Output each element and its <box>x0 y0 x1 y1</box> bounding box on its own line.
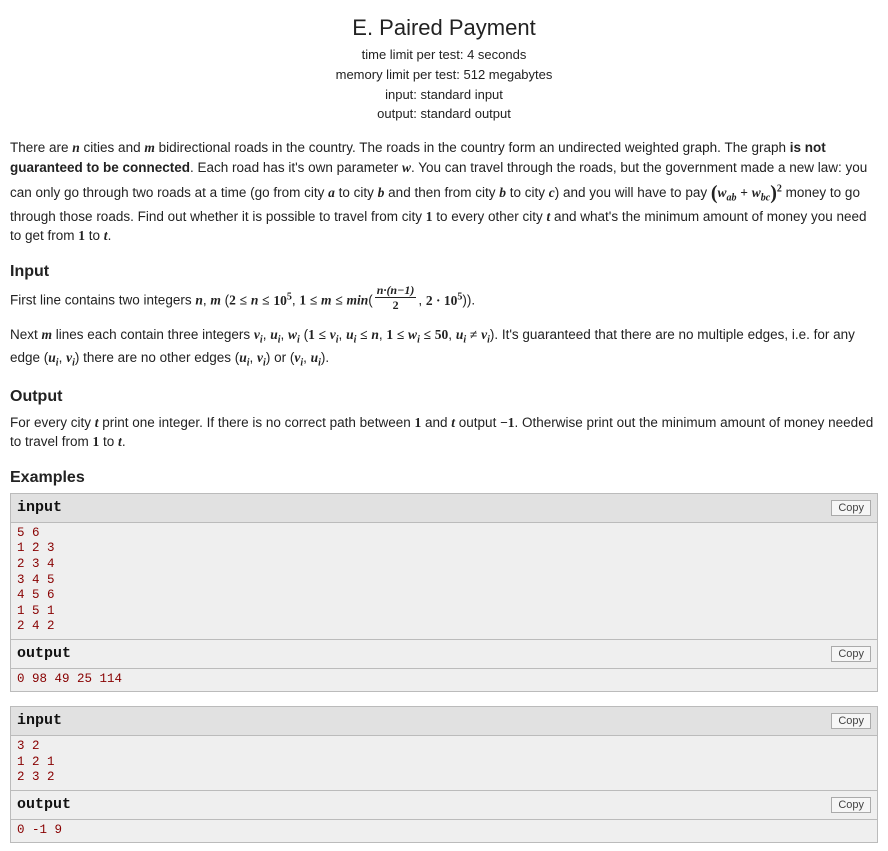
statement-paragraph: There are n cities and m bidirectional r… <box>10 138 878 245</box>
example-input-body: 3 2 1 2 1 2 3 2 <box>11 736 877 790</box>
example-output-header: output Copy <box>11 790 877 820</box>
example-output-body: 0 98 49 25 114 <box>11 669 877 692</box>
output-heading: Output <box>10 385 878 408</box>
input-heading: Input <box>10 260 878 283</box>
input-file: input: standard input <box>10 86 878 105</box>
example-output-body: 0 -1 9 <box>11 820 877 843</box>
output-label: output <box>17 643 71 665</box>
example-input-body: 5 6 1 2 3 2 3 4 3 4 5 4 5 6 1 5 1 2 4 2 <box>11 523 877 639</box>
output-paragraph: For every city t print one integer. If t… <box>10 413 878 452</box>
example-input-header: input Copy <box>11 494 877 523</box>
example-1: input Copy 5 6 1 2 3 2 3 4 3 4 5 4 5 6 1… <box>10 493 878 693</box>
input-label: input <box>17 497 62 519</box>
example-output-header: output Copy <box>11 639 877 669</box>
problem-title: E. Paired Payment <box>10 12 878 44</box>
output-label: output <box>17 794 71 816</box>
copy-button[interactable]: Copy <box>831 500 871 516</box>
example-input-header: input Copy <box>11 707 877 736</box>
problem-header: E. Paired Payment time limit per test: 4… <box>10 12 878 124</box>
examples-heading: Examples <box>10 466 878 489</box>
input-paragraph-1: First line contains two integers n, m (2… <box>10 287 878 315</box>
copy-button[interactable]: Copy <box>831 713 871 729</box>
copy-button[interactable]: Copy <box>831 797 871 813</box>
time-limit: time limit per test: 4 seconds <box>10 46 878 65</box>
output-file: output: standard output <box>10 105 878 124</box>
input-label: input <box>17 710 62 732</box>
example-2: input Copy 3 2 1 2 1 2 3 2 output Copy 0… <box>10 706 878 843</box>
memory-limit: memory limit per test: 512 megabytes <box>10 66 878 85</box>
problem-statement: There are n cities and m bidirectional r… <box>10 138 878 843</box>
copy-button[interactable]: Copy <box>831 646 871 662</box>
input-paragraph-2: Next m lines each contain three integers… <box>10 325 878 371</box>
